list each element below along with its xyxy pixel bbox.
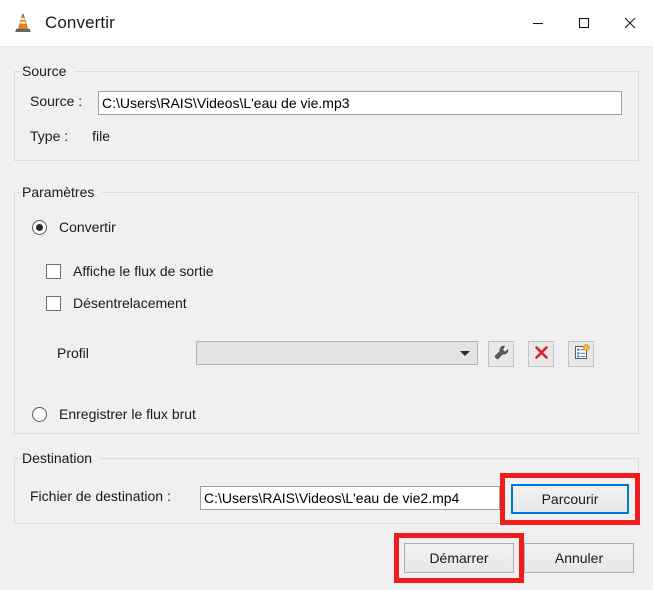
source-group-bottom-border [14, 160, 639, 161]
source-group-top-border [14, 71, 639, 72]
settings-group-right-border [638, 192, 639, 434]
source-type-value: file [92, 128, 111, 144]
close-button[interactable] [607, 0, 653, 46]
convert-radio-label: Convertir [59, 219, 116, 235]
edit-profile-button[interactable] [488, 341, 514, 367]
chevron-down-icon [460, 351, 470, 356]
window-title: Convertir [45, 13, 115, 32]
titlebar: Convertir [0, 0, 653, 47]
show-output-checkbox-row[interactable]: Affiche le flux de sortie [46, 263, 214, 279]
destination-group-left-border [14, 458, 15, 524]
show-output-checkbox[interactable] [46, 263, 61, 279]
destination-group-right-border [638, 458, 639, 524]
settings-group-bottom-border [14, 433, 639, 434]
minimize-button[interactable] [515, 0, 561, 46]
start-button[interactable]: Démarrer [404, 543, 514, 573]
red-x-icon [533, 344, 550, 364]
settings-group-top-border [14, 192, 639, 193]
profile-row: Profil [57, 345, 89, 361]
settings-group-left-border [14, 192, 15, 434]
destination-file-label: Fichier de destination : [30, 488, 171, 504]
deinterlace-checkbox-label: Désentrelacement [73, 295, 187, 311]
source-path-label: Source : [30, 93, 83, 109]
new-profile-icon [573, 344, 590, 364]
source-group-right-border [638, 71, 639, 161]
browse-button[interactable]: Parcourir [511, 484, 629, 514]
source-group-left-border [14, 71, 15, 161]
source-group-label: Source [22, 63, 75, 79]
convert-radio-row[interactable]: Convertir [32, 219, 116, 235]
profile-combobox[interactable] [196, 341, 478, 365]
profile-label: Profil [57, 345, 89, 361]
raw-stream-radio-label: Enregistrer le flux brut [59, 406, 196, 422]
deinterlace-checkbox[interactable] [46, 295, 61, 311]
source-type-label: Type : [30, 128, 69, 144]
settings-group-label: Paramètres [22, 184, 103, 200]
cancel-button[interactable]: Annuler [524, 543, 634, 573]
new-profile-button[interactable] [568, 341, 594, 367]
destination-file-row: Fichier de destination : [30, 488, 171, 504]
wrench-icon [493, 344, 510, 364]
source-path-input[interactable] [98, 91, 622, 115]
deinterlace-checkbox-row[interactable]: Désentrelacement [46, 295, 187, 311]
delete-profile-button[interactable] [528, 341, 554, 367]
destination-group-label: Destination [22, 450, 101, 466]
destination-file-input[interactable] [200, 486, 500, 510]
raw-stream-radio[interactable] [32, 406, 47, 422]
convert-radio[interactable] [32, 219, 47, 235]
destination-group-top-border [14, 458, 639, 459]
show-output-checkbox-label: Affiche le flux de sortie [73, 263, 214, 279]
raw-stream-radio-row[interactable]: Enregistrer le flux brut [32, 406, 196, 422]
vlc-cone-icon [11, 11, 35, 35]
source-path-row: Source : [30, 93, 82, 109]
source-type-row: Type : file [30, 128, 110, 144]
destination-group-bottom-border [14, 523, 639, 524]
window-controls [515, 0, 653, 46]
dialog-body: Source Source : Type : file Paramètres C… [0, 47, 653, 590]
maximize-button[interactable] [561, 0, 607, 46]
